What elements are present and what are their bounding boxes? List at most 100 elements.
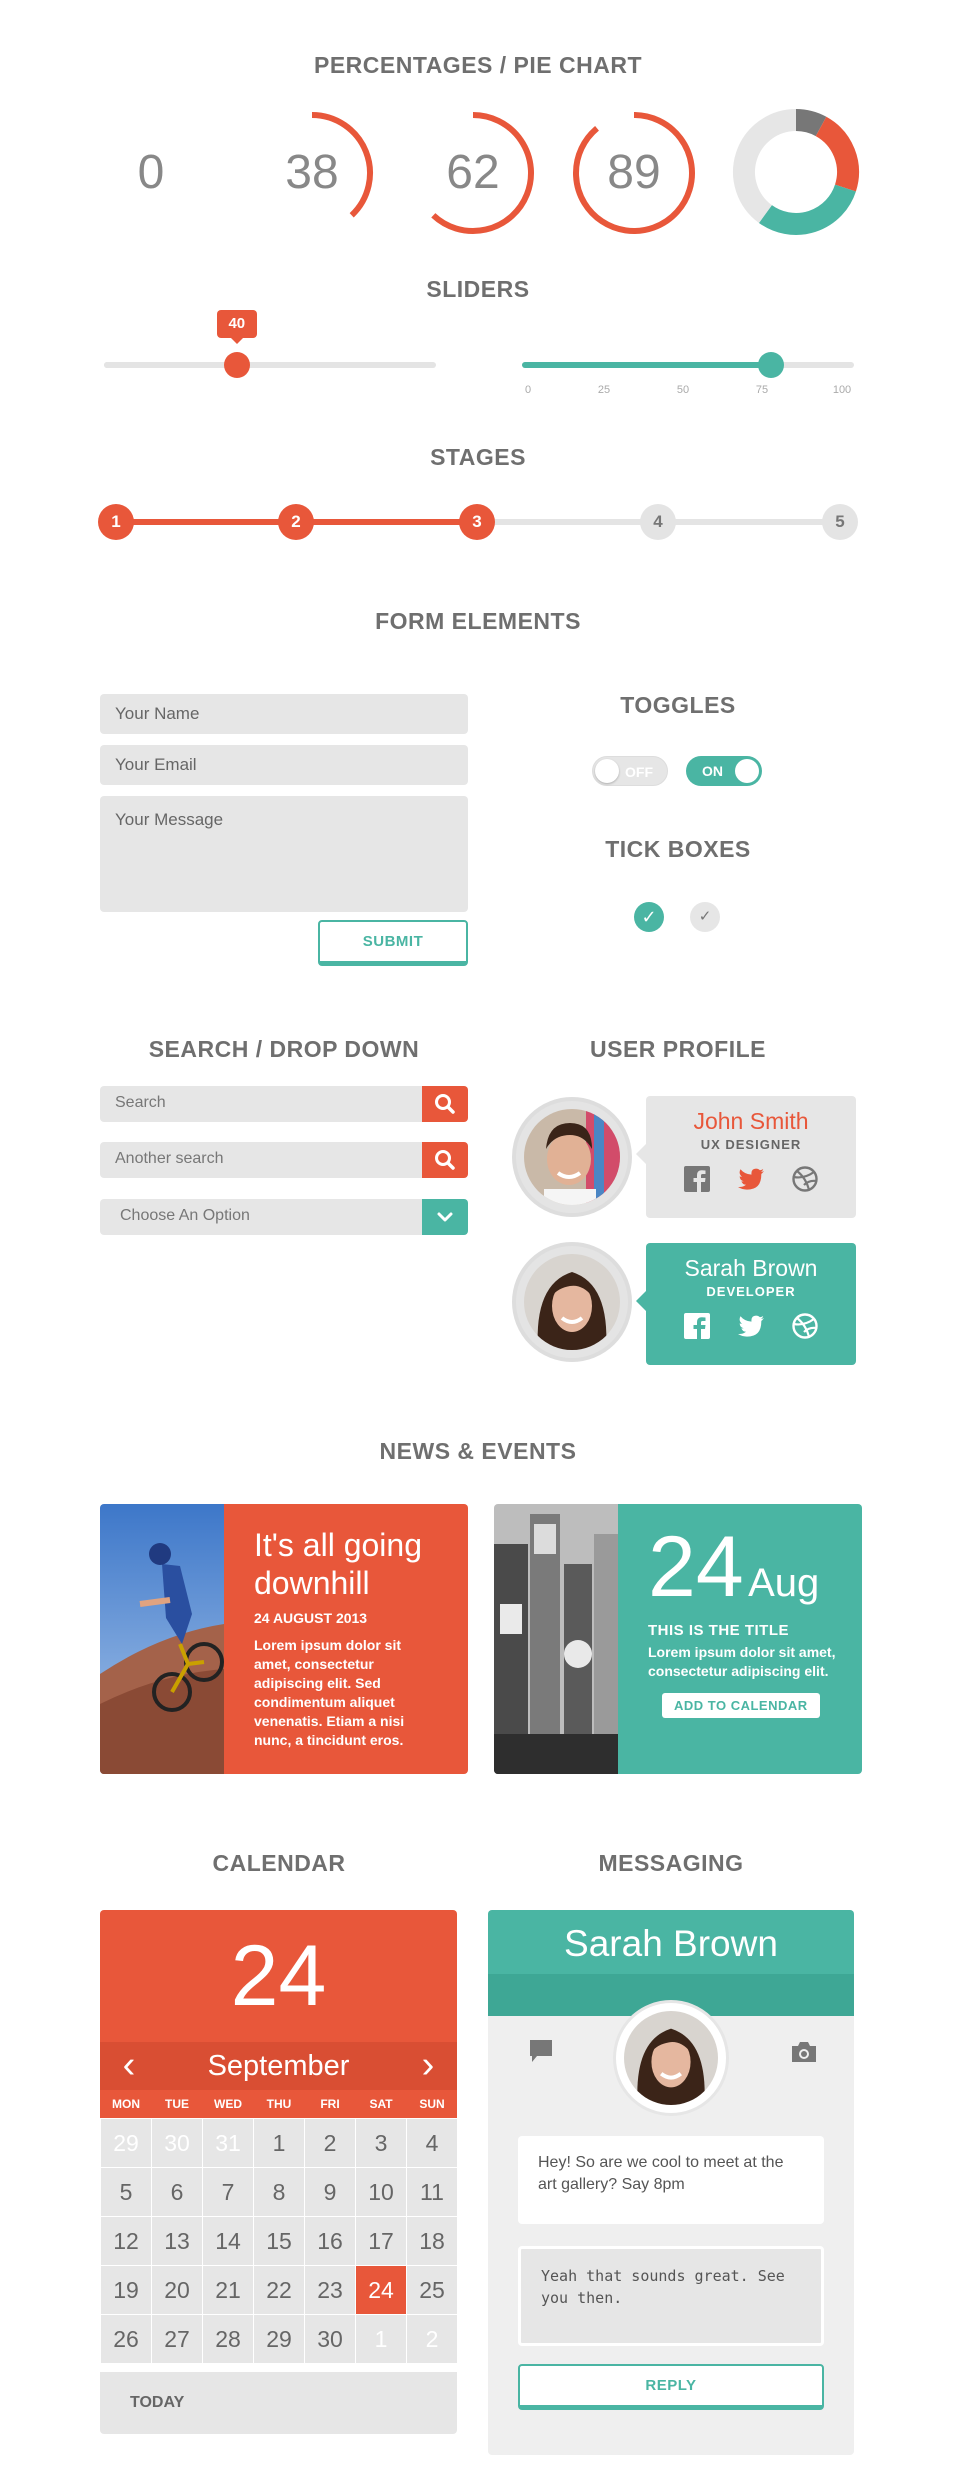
calendar-day[interactable]: 11 bbox=[407, 2168, 457, 2216]
calendar-day[interactable]: 1 bbox=[254, 2119, 304, 2167]
submit-button[interactable]: SUBMIT bbox=[318, 920, 468, 966]
section-title-profile: USER PROFILE bbox=[590, 1036, 766, 1062]
calendar-day[interactable]: 4 bbox=[407, 2119, 457, 2167]
search-button[interactable] bbox=[422, 1086, 468, 1122]
facebook-icon[interactable] bbox=[682, 1311, 712, 1341]
donut-slice bbox=[758, 184, 856, 235]
calendar-day-selected[interactable]: 24 bbox=[356, 2266, 406, 2314]
toggle-on[interactable]: ON bbox=[686, 756, 762, 786]
calendar-day[interactable]: 28 bbox=[203, 2315, 253, 2363]
avatar bbox=[512, 1097, 632, 1217]
weekday-label: FRI bbox=[320, 2097, 340, 2111]
calendar-day[interactable]: 18 bbox=[407, 2217, 457, 2265]
slider-handle[interactable] bbox=[758, 352, 784, 378]
chevron-left-icon[interactable]: ‹ bbox=[114, 2042, 144, 2090]
stage-step[interactable]: 1 bbox=[98, 504, 134, 540]
today-button[interactable]: TODAY bbox=[130, 2372, 184, 2434]
camera-icon[interactable] bbox=[790, 2040, 818, 2069]
profile-card-sarah: Sarah Brown DEVELOPER bbox=[636, 1243, 856, 1365]
slider-tick-label: 75 bbox=[755, 384, 769, 396]
calendar-day[interactable]: 15 bbox=[254, 2217, 304, 2265]
stage-step[interactable]: 5 bbox=[822, 504, 858, 540]
profile-role: DEVELOPER bbox=[706, 1284, 796, 1299]
event-month: Aug bbox=[748, 1561, 820, 1605]
calendar-day[interactable]: 2 bbox=[407, 2315, 457, 2363]
chat-icon[interactable] bbox=[528, 2038, 554, 2069]
stage-step[interactable]: 4 bbox=[640, 504, 676, 540]
stage-step[interactable]: 2 bbox=[278, 504, 314, 540]
calendar-month: September bbox=[207, 2050, 350, 2082]
search-box: Another search bbox=[100, 1142, 468, 1178]
calendar-day[interactable]: 20 bbox=[152, 2266, 202, 2314]
add-to-calendar-button[interactable]: ADD TO CALENDAR bbox=[662, 1693, 820, 1718]
calendar-day[interactable]: 12 bbox=[101, 2217, 151, 2265]
profile-role: UX DESIGNER bbox=[700, 1137, 802, 1152]
event-day: 24 bbox=[648, 1519, 744, 1615]
twitter-icon[interactable] bbox=[736, 1311, 766, 1341]
calendar-day[interactable]: 29 bbox=[254, 2315, 304, 2363]
reply-button[interactable]: REPLY bbox=[518, 2364, 824, 2410]
slider-fill bbox=[104, 362, 237, 368]
chevron-right-icon[interactable]: › bbox=[413, 2042, 443, 2090]
dropdown-selected[interactable]: Choose An Option bbox=[100, 1199, 422, 1235]
slider-tick-label: 50 bbox=[676, 384, 690, 396]
name-field[interactable]: Your Name bbox=[100, 694, 468, 734]
dribbble-icon[interactable] bbox=[790, 1311, 820, 1341]
calendar-day[interactable]: 16 bbox=[305, 2217, 355, 2265]
dribbble-icon[interactable] bbox=[790, 1164, 820, 1194]
event-card[interactable]: 24 Aug THIS IS THE TITLE Lorem ipsum dol… bbox=[494, 1504, 862, 1774]
profile-name: Sarah Brown bbox=[684, 1255, 818, 1281]
slider-handle[interactable] bbox=[223, 352, 250, 378]
calendar-day[interactable]: 14 bbox=[203, 2217, 253, 2265]
dropdown[interactable]: Choose An Option bbox=[100, 1199, 468, 1235]
calendar-day[interactable]: 13 bbox=[152, 2217, 202, 2265]
event-text: Lorem ipsum dolor sit amet, consectetur … bbox=[648, 1644, 836, 1679]
email-field[interactable]: Your Email bbox=[100, 745, 468, 785]
weekday-label: THU bbox=[266, 2097, 292, 2111]
calendar-day[interactable]: 31 bbox=[203, 2119, 253, 2167]
facebook-icon[interactable] bbox=[682, 1164, 712, 1194]
calendar-day[interactable]: 22 bbox=[254, 2266, 304, 2314]
tickbox-unchecked[interactable]: ✓ bbox=[690, 902, 720, 932]
slider-tick-label: 0 bbox=[524, 384, 532, 396]
calendar-day[interactable]: 17 bbox=[356, 2217, 406, 2265]
percent-value: 38 bbox=[285, 146, 339, 199]
news-card[interactable]: It's all going downhill 24 AUGUST 2013 L… bbox=[100, 1504, 468, 1774]
calendar-day[interactable]: 3 bbox=[356, 2119, 406, 2167]
search-button[interactable] bbox=[422, 1142, 468, 1178]
calendar-day[interactable]: 6 bbox=[152, 2168, 202, 2216]
message-field[interactable]: Your Message bbox=[100, 796, 468, 912]
twitter-icon[interactable] bbox=[736, 1164, 766, 1194]
calendar-day[interactable]: 29 bbox=[101, 2119, 151, 2167]
calendar-day[interactable]: 27 bbox=[152, 2315, 202, 2363]
stage-step[interactable]: 3 bbox=[459, 504, 495, 540]
reply-textarea[interactable]: Yeah that sounds great. See you then. bbox=[518, 2246, 824, 2346]
messaging-contact-name: Sarah Brown bbox=[564, 1923, 778, 1964]
calendar-day[interactable]: 23 bbox=[305, 2266, 355, 2314]
calendar-day[interactable]: 7 bbox=[203, 2168, 253, 2216]
search-icon bbox=[435, 1150, 455, 1170]
tickbox-checked[interactable]: ✓ bbox=[634, 902, 664, 932]
calendar-footer: TODAY bbox=[100, 2372, 457, 2434]
calendar-day[interactable]: 26 bbox=[101, 2315, 151, 2363]
search-input[interactable]: Another search bbox=[100, 1142, 422, 1178]
calendar-day[interactable]: 19 bbox=[101, 2266, 151, 2314]
calendar-day[interactable]: 10 bbox=[356, 2168, 406, 2216]
calendar-day[interactable]: 21 bbox=[203, 2266, 253, 2314]
toggle-knob bbox=[595, 759, 619, 783]
toggle-off[interactable]: OFF bbox=[592, 756, 668, 786]
calendar-day[interactable]: 8 bbox=[254, 2168, 304, 2216]
search-input[interactable]: Search bbox=[100, 1086, 422, 1122]
dropdown-button[interactable] bbox=[422, 1199, 468, 1235]
calendar-day[interactable]: 9 bbox=[305, 2168, 355, 2216]
calendar-day[interactable]: 25 bbox=[407, 2266, 457, 2314]
event-title: THIS IS THE TITLE bbox=[648, 1622, 790, 1639]
calendar-day[interactable]: 2 bbox=[305, 2119, 355, 2167]
slider-tick-label: 25 bbox=[597, 384, 611, 396]
calendar-days-grid: 29 30 31 1 2 3 4 5 6 7 8 9 10 11 12 13 14 15 16 17 18 19 20 21 2… bbox=[100, 2118, 457, 2368]
percent-value: 0 bbox=[137, 146, 165, 199]
calendar-day[interactable]: 5 bbox=[101, 2168, 151, 2216]
calendar-day[interactable]: 1 bbox=[356, 2315, 406, 2363]
calendar-day[interactable]: 30 bbox=[305, 2315, 355, 2363]
calendar-day[interactable]: 30 bbox=[152, 2119, 202, 2167]
